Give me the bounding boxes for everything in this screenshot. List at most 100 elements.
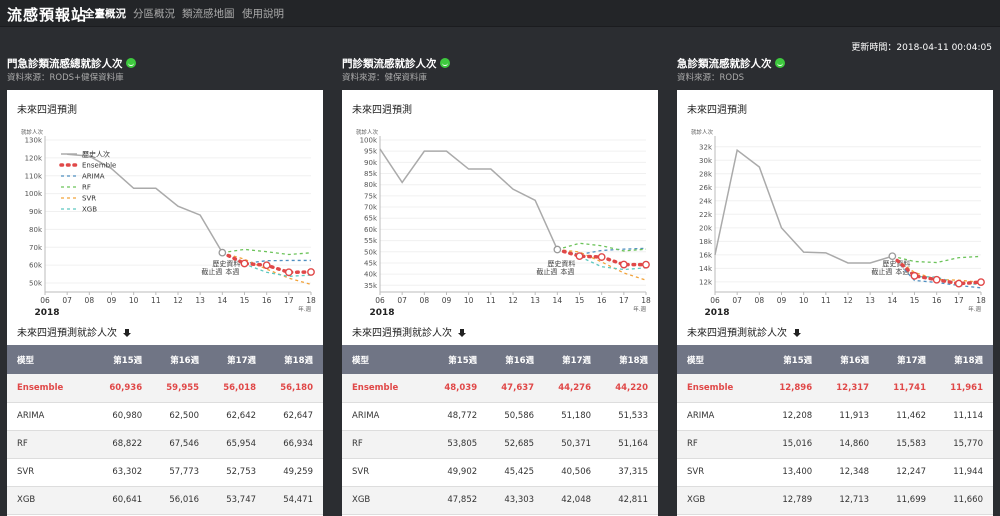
series-rf [222,248,312,256]
ensemble-point [597,253,606,261]
cell-model: RF [7,430,96,459]
x-tick-label: 11 [486,296,496,305]
x-tick-label: 16 [597,296,607,305]
x-tick-label: 11 [821,296,831,305]
cell-value: 12,896 [765,374,823,403]
panel-title: 急診類流感就診人次 [677,58,772,70]
cell-value: 11,114 [936,402,993,431]
table-row: XGB 47,852 43,303 42,048 42,811 [342,486,658,515]
y-tick-label: 60k [364,226,378,234]
cell-value: 15,016 [765,430,823,459]
cell-value: 65,954 [209,430,267,459]
ensemble-point [240,259,249,268]
cell-model: RF [677,430,766,459]
cell-value: 60,936 [95,374,153,403]
x-tick-label: 16 [932,296,942,305]
header-week16: 第16週 [822,345,880,374]
cell-value: 57,773 [152,458,210,487]
nav-map[interactable]: 類流感地圖 [182,6,235,21]
table-row: Ensemble 48,039 47,637 44,276 44,220 [342,374,658,403]
x-tick-label: 18 [976,296,986,305]
y-tick-label: 45k [364,259,378,267]
year-label: 2018 [34,308,59,316]
table-header: 模型 第15週 第16週 第17週 第18週 [7,345,323,374]
header-week17: 第17週 [544,345,602,374]
cell-value: 12,247 [879,458,937,487]
forecast-card: 未來四週預測 就診人次 12k 14k 16k 18k 20k 22k 24k 26k 28k 30… [677,90,993,516]
cell-value: 66,934 [266,430,323,459]
cell-value: 15,583 [879,430,937,459]
cell-model: Ensemble [7,374,96,403]
x-tick-label: 15 [910,296,920,305]
brand-title[interactable]: 流感預報站 [7,4,87,25]
cell-value: 48,772 [430,402,488,431]
cell-value: 47,852 [430,486,488,515]
download-icon[interactable] [793,329,801,337]
header-week18: 第18週 [936,345,993,374]
x-axis-label: 年.週 [298,305,311,313]
update-time: 更新時間：2018-04-11 00:04:05 [851,43,992,53]
cell-model: XGB [7,486,96,515]
x-tick-label: 08 [755,296,765,305]
y-tick-label: 65k [364,215,378,223]
x-tick-label: 09 [442,296,452,305]
x-tick-label: 12 [173,296,183,305]
x-tick-label: 14 [888,296,898,305]
nav-overview[interactable]: 全臺概況 [84,6,126,21]
ensemble-point [575,252,584,261]
x-tick-label: 16 [262,296,272,305]
table-row: Ensemble 12,896 12,317 11,741 11,961 [677,374,993,403]
cell-value: 11,913 [822,402,880,431]
nav-help[interactable]: 使用說明 [242,6,284,21]
cell-value: 44,276 [544,374,602,403]
y-tick-label: 100k [360,137,378,145]
table-row: SVR 13,400 12,348 12,247 11,944 [677,458,993,487]
download-icon[interactable] [123,329,131,337]
ensemble-point [910,271,919,280]
x-tick-label: 18 [306,296,316,305]
cell-value: 12,317 [822,374,880,403]
cell-model: SVR [342,458,431,487]
nav-regional[interactable]: 分區概況 [133,6,175,21]
cell-value: 63,302 [95,458,153,487]
panel-title: 門診類流感就診人次 [342,58,437,70]
table-row: SVR 49,902 45,425 40,506 37,315 [342,458,658,487]
cell-value: 53,805 [430,430,488,459]
ensemble-point [954,279,963,288]
year-label: 2018 [704,308,729,316]
y-tick-label: 35k [364,282,378,290]
y-tick-label: 70k [364,204,378,212]
cell-model: Ensemble [677,374,766,403]
y-tick-label: 12k [699,278,713,286]
table-row: Ensemble 60,936 59,955 56,018 56,180 [7,374,323,403]
smiley-icon [125,58,136,68]
x-tick-label: 15 [240,296,250,305]
table-row: ARIMA 60,980 62,500 62,642 62,647 [7,402,323,431]
y-tick-label: 50k [364,248,378,256]
cell-model: ARIMA [677,402,766,431]
x-tick-label: 07 [732,296,742,305]
panel-title: 門急診類流感總就診人次 [7,58,123,70]
x-tick-label: 14 [553,296,563,305]
table-row: RF 15,016 14,860 15,583 15,770 [677,430,993,459]
y-tick-label: 90k [29,208,43,216]
cell-value: 11,699 [879,486,937,515]
y-tick-label: 130k [25,137,43,145]
legend-label: RF [82,184,91,192]
current-week-point [218,248,227,257]
x-tick-label: 08 [420,296,430,305]
cell-value: 11,462 [879,402,937,431]
y-tick-label: 80k [364,181,378,189]
history-line [714,148,893,264]
cell-value: 60,980 [95,402,153,431]
cell-model: RF [342,430,431,459]
cell-model: SVR [7,458,96,487]
legend-label: Ensemble [82,162,116,170]
cell-value: 45,425 [487,458,545,487]
x-tick-label: 17 [284,296,294,305]
cell-value: 49,902 [430,458,488,487]
forecast-card: 未來四週預測 就診人次 50k 60k 70k 80k 90k 100k 110k 120k 13… [7,90,323,516]
x-tick-label: 09 [107,296,117,305]
forecast-chart: 就診人次 35k 40k 45k 50k 55k 60k 65k 70k 75k 80k 85k 90k… [356,128,651,316]
download-icon[interactable] [458,329,466,337]
